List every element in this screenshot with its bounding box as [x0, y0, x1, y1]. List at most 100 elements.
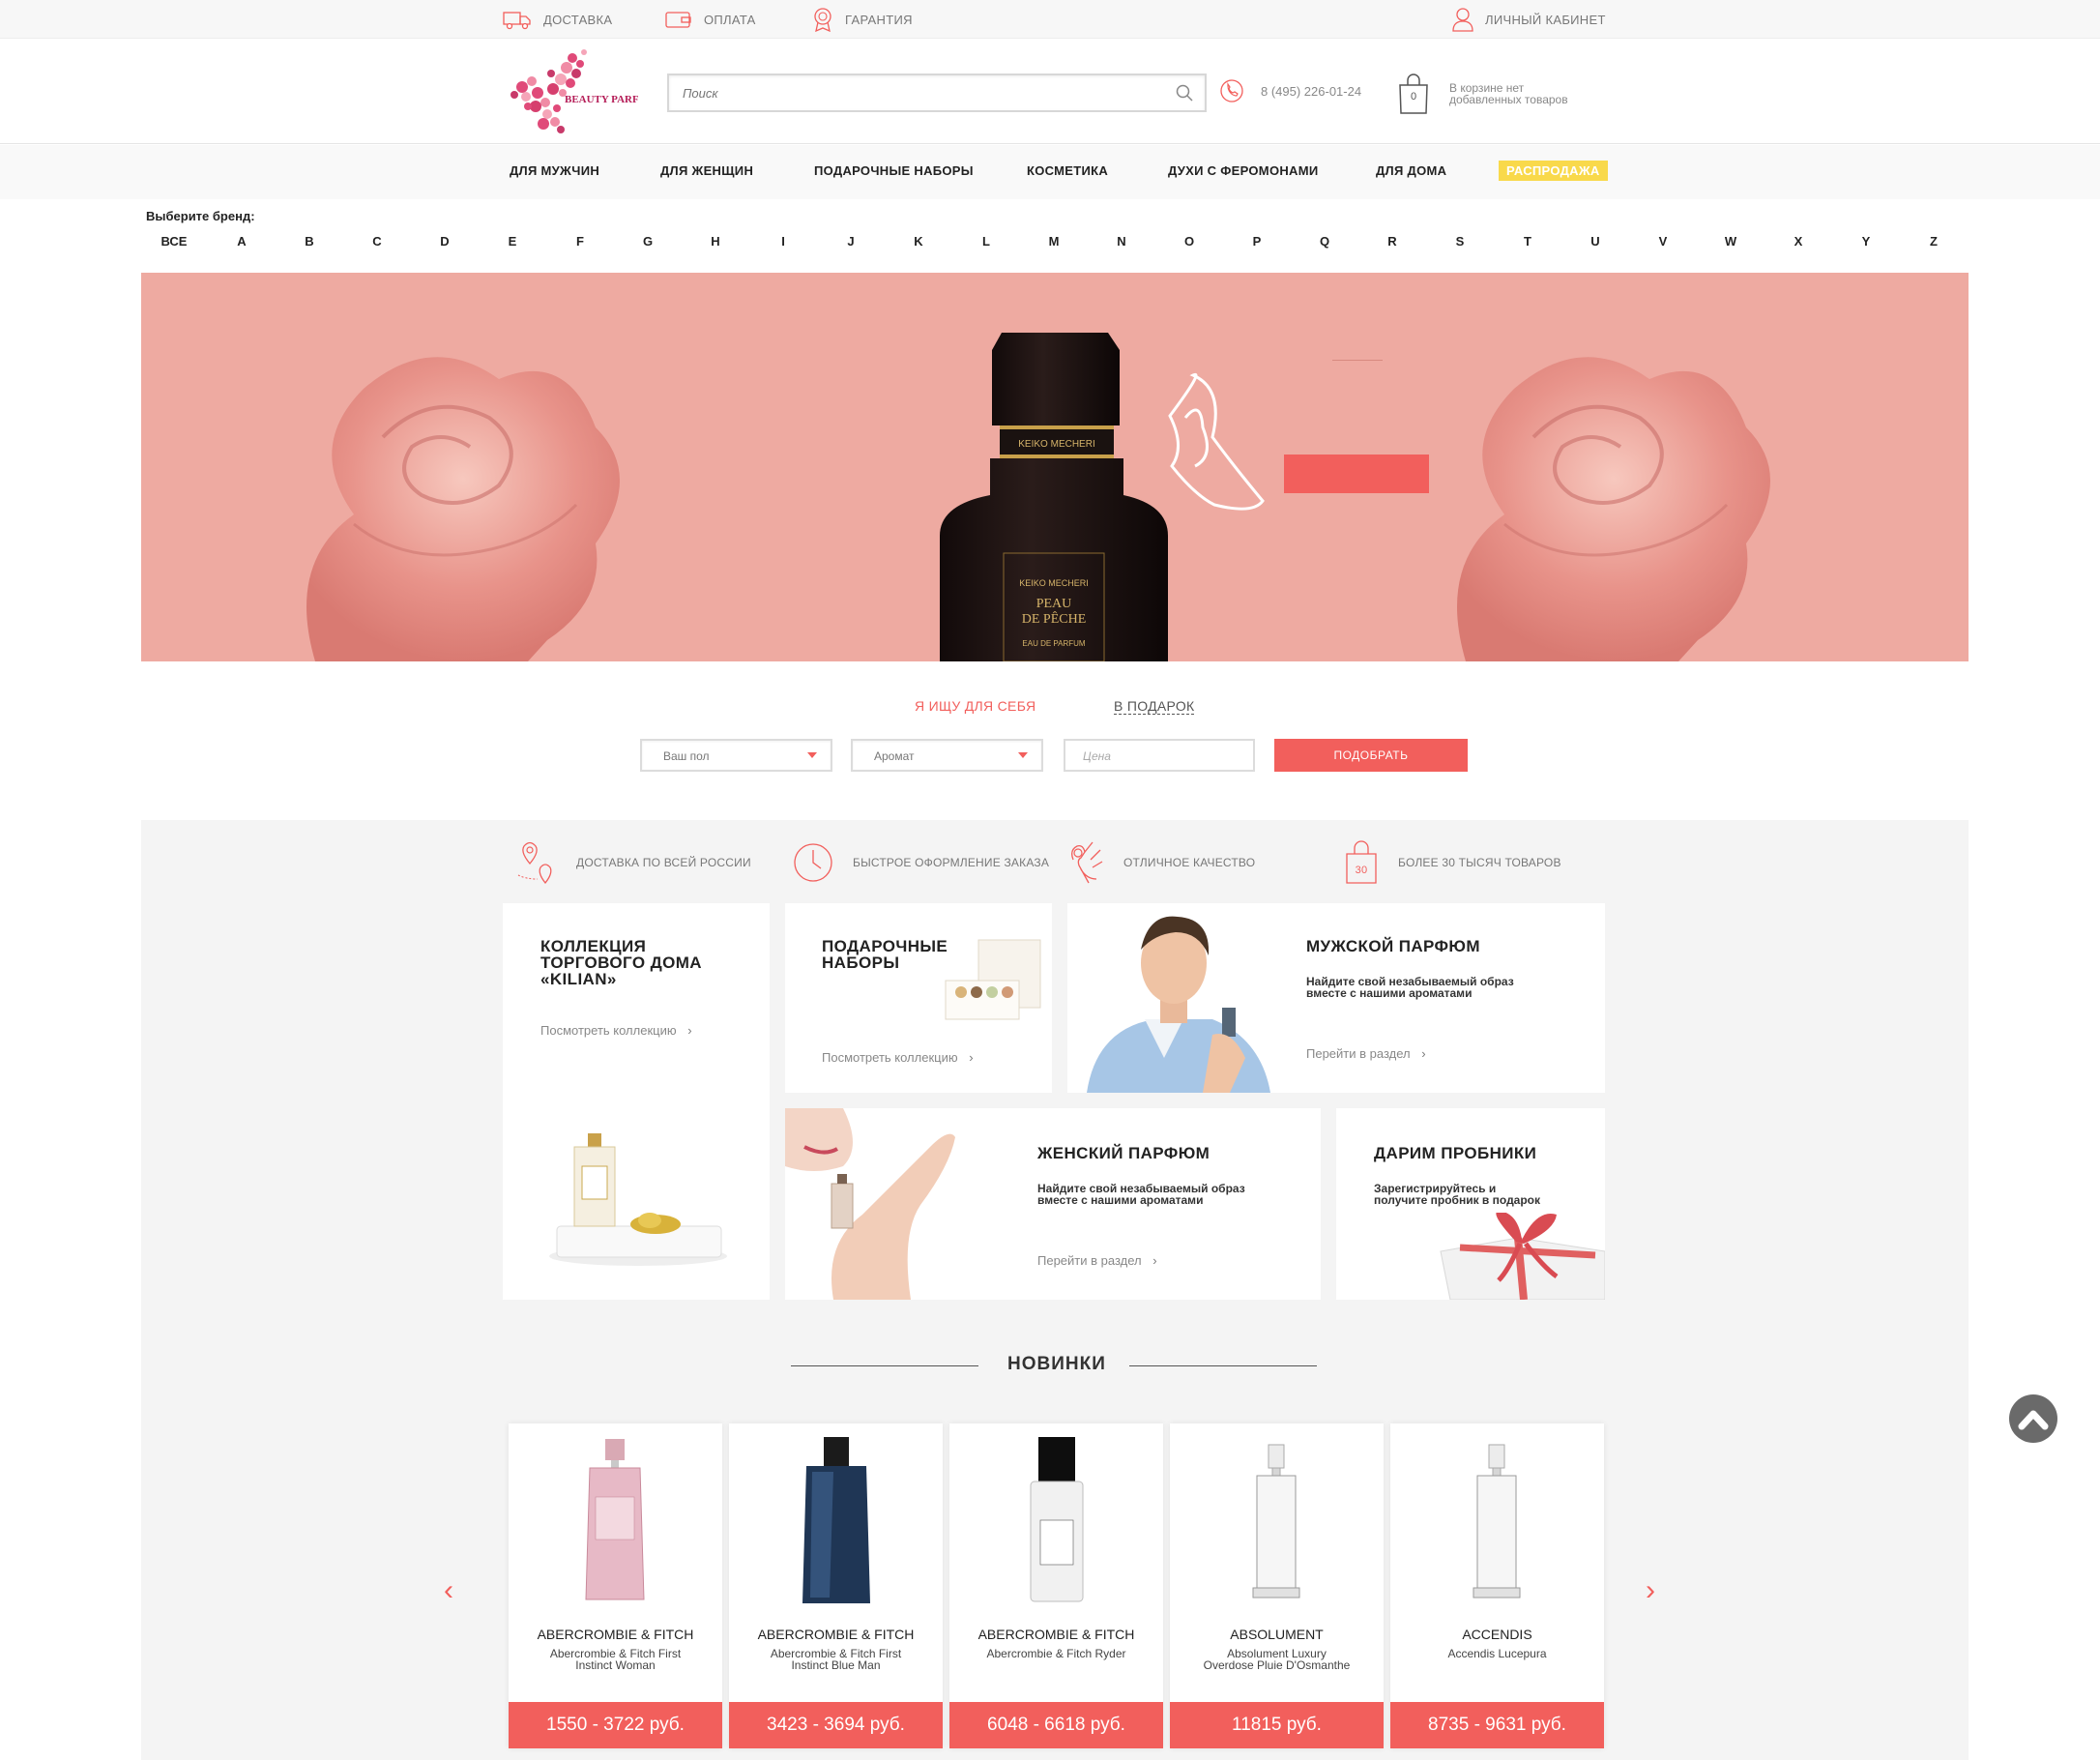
- card-kilian-collection[interactable]: КОЛЛЕКЦИЯ ТОРГОВОГО ДОМА «KILIAN» Посмот…: [503, 903, 770, 1300]
- wallet-icon: [665, 12, 691, 28]
- brand-letter-y[interactable]: Y: [1862, 234, 1871, 249]
- account-link[interactable]: ЛИЧНЫЙ КАБИНЕТ: [1452, 8, 1606, 32]
- nav-cosmetics[interactable]: КОСМЕТИКА: [1027, 163, 1108, 178]
- brand-letter-d[interactable]: D: [440, 234, 449, 249]
- brand-letter-o[interactable]: O: [1184, 234, 1194, 249]
- brand-letter-j[interactable]: J: [847, 234, 854, 249]
- nav-gift-sets[interactable]: ПОДАРОЧНЫЕ НАБОРЫ: [814, 163, 974, 178]
- brand-select-label: Выберите бренд:: [146, 209, 255, 223]
- card-gift-sets[interactable]: ПОДАРОЧНЫЕ НАБОРЫ Посмотреть коллекцию: [785, 903, 1052, 1093]
- product-brand: ABERCROMBIE & FITCH: [757, 1627, 915, 1642]
- product-price[interactable]: 6048 - 6618 руб.: [949, 1702, 1163, 1748]
- brand-letter-m[interactable]: M: [1049, 234, 1060, 249]
- brand-letter-f[interactable]: F: [576, 234, 584, 249]
- feature-quality: ОТЛИЧНОЕ КАЧЕСТВО: [1067, 839, 1255, 886]
- product-image: [1030, 1437, 1084, 1602]
- brand-letter-x[interactable]: X: [1794, 234, 1803, 249]
- price-input[interactable]: Цена: [1064, 739, 1255, 772]
- nav-women[interactable]: ДЛЯ ЖЕНЩИН: [660, 163, 753, 178]
- product-price[interactable]: 8735 - 9631 руб.: [1390, 1702, 1604, 1748]
- search-input[interactable]: [669, 75, 1152, 110]
- search-icon[interactable]: [1176, 84, 1193, 102]
- tab-for-myself[interactable]: Я ИЩУ ДЛЯ СЕБЯ: [915, 698, 1035, 714]
- product-brand: ABSOLUMENT: [1230, 1627, 1324, 1642]
- brand-letter-l[interactable]: L: [982, 234, 990, 249]
- payment-link[interactable]: ОПЛАТА: [665, 8, 756, 31]
- delivery-link[interactable]: ДОСТАВКА: [503, 8, 612, 31]
- aroma-select[interactable]: Аромат: [851, 739, 1043, 772]
- brand-letter-v[interactable]: V: [1659, 234, 1668, 249]
- women-section-link[interactable]: Перейти в раздел: [1037, 1253, 1157, 1268]
- card-mens-perfume[interactable]: МУЖСКОЙ ПАРФЮМ Найдите свой незабываемый…: [1067, 903, 1605, 1093]
- product-brand: ACCENDIS: [1462, 1627, 1532, 1642]
- rose-left: [306, 357, 620, 661]
- product-price[interactable]: 1550 - 3722 руб.: [509, 1702, 722, 1748]
- men-section-link[interactable]: Перейти в раздел: [1306, 1046, 1426, 1061]
- tab-as-gift[interactable]: В ПОДАРОК: [1114, 698, 1195, 715]
- nav-pheromones[interactable]: ДУХИ С ФЕРОМОНАМИ: [1168, 163, 1319, 178]
- brand-letters: ВСЕ A B C D E F G H I J K L M N O P Q R S T U V W X Y Z: [143, 234, 1970, 253]
- brand-letter-h[interactable]: H: [711, 234, 719, 249]
- nav-home[interactable]: ДЛЯ ДОМА: [1376, 163, 1446, 178]
- product-card[interactable]: ABSOLUMENT Absolument Luxury Overdose Plu…: [1170, 1423, 1384, 1748]
- nav-men[interactable]: ДЛЯ МУЖЧИН: [510, 163, 599, 178]
- brand-letter-r[interactable]: R: [1387, 234, 1396, 249]
- samples-title: ДАРИМ ПРОБНИКИ: [1374, 1144, 1537, 1162]
- brand-letter-u[interactable]: U: [1590, 234, 1599, 249]
- gender-select-value: Ваш пол: [663, 749, 710, 763]
- banner-button[interactable]: [1284, 455, 1429, 493]
- brand-letter-n[interactable]: N: [1117, 234, 1125, 249]
- bottle-label-brand: KEIKO MECHERI: [1019, 578, 1089, 588]
- pick-button[interactable]: ПОДОБРАТЬ: [1274, 739, 1468, 772]
- brand-letter-b[interactable]: B: [305, 234, 313, 249]
- bag-30-icon: 30: [1346, 840, 1377, 884]
- product-name-line2: Overdose Pluie D'Osmanthe: [1203, 1658, 1351, 1672]
- hero-banner[interactable]: KEIKO MECHERI KEIKO MECHERI PEAU DE PÊCH…: [141, 273, 1969, 661]
- card-womens-perfume[interactable]: ЖЕНСКИЙ ПАРФЮМ Найдите свой незабываемый…: [785, 1108, 1321, 1300]
- card-free-samples[interactable]: ДАРИМ ПРОБНИКИ Зарегистрируйтесь и получ…: [1336, 1108, 1605, 1300]
- gift-view-link[interactable]: Посмотреть коллекцию: [822, 1050, 974, 1065]
- phone-number[interactable]: 8 (495) 226-01-24: [1261, 84, 1361, 99]
- site-logo[interactable]: BEAUTY PARFUMS: [503, 44, 662, 137]
- brand-letter-s[interactable]: S: [1456, 234, 1465, 249]
- brand-letter-t[interactable]: T: [1524, 234, 1531, 249]
- chevron-right-icon[interactable]: ›: [1646, 1574, 1655, 1607]
- map-pin-icon: [517, 841, 552, 885]
- bottle-label-name2: DE PÊCHE: [1022, 610, 1087, 627]
- brand-letter-w[interactable]: W: [1725, 234, 1736, 249]
- user-icon: [1452, 8, 1473, 32]
- scroll-top-button[interactable]: [2009, 1394, 2057, 1443]
- brand-letter-k[interactable]: K: [914, 234, 922, 249]
- kilian-view-link[interactable]: Посмотреть коллекцию: [540, 1023, 692, 1038]
- account-label: ЛИЧНЫЙ КАБИНЕТ: [1485, 12, 1606, 27]
- samples-desc-line2: получите пробник в подарок: [1374, 1193, 1541, 1207]
- product-card[interactable]: ABERCROMBIE & FITCH Abercrombie & Fitch …: [509, 1423, 722, 1748]
- feature-delivery-label: ДОСТАВКА ПО ВСЕЙ РОССИИ: [576, 856, 751, 869]
- product-price[interactable]: 11815 руб.: [1170, 1702, 1384, 1748]
- product-card[interactable]: ABERCROMBIE & FITCH Abercrombie & Fitch …: [729, 1423, 943, 1748]
- brand-letter-all[interactable]: ВСЕ: [161, 234, 188, 249]
- brand-letter-p[interactable]: P: [1253, 234, 1262, 249]
- feature-quality-label: ОТЛИЧНОЕ КАЧЕСТВО: [1123, 856, 1256, 869]
- nav-sale[interactable]: РАСПРОДАЖА: [1499, 161, 1608, 181]
- brand-letter-z[interactable]: Z: [1930, 234, 1938, 249]
- brand-letter-q[interactable]: Q: [1320, 234, 1329, 249]
- product-price[interactable]: 3423 - 3694 руб.: [729, 1702, 943, 1748]
- scroll-top-icon: [2018, 1410, 2049, 1430]
- guarantee-link[interactable]: ГАРАНТИЯ: [812, 8, 913, 32]
- brand-letter-g[interactable]: G: [643, 234, 653, 249]
- butterfly-decoration: [1168, 372, 1265, 511]
- aroma-select-value: Аромат: [874, 749, 915, 763]
- product-card[interactable]: ACCENDIS Accendis Lucepura 8735 - 9631 р…: [1390, 1423, 1604, 1748]
- brand-letter-e[interactable]: E: [509, 234, 517, 249]
- product-card[interactable]: ABERCROMBIE & FITCH Abercrombie & Fitch …: [949, 1423, 1163, 1748]
- cart-widget[interactable]: 0 В корзине нет добавленных товаров: [1397, 73, 1585, 114]
- brand-letter-i[interactable]: I: [781, 234, 785, 249]
- gender-select[interactable]: Ваш пол: [640, 739, 832, 772]
- phone-icon: [1220, 79, 1243, 103]
- feature-fast-order-label: БЫСТРОЕ ОФОРМЛЕНИЕ ЗАКАЗА: [853, 856, 1050, 869]
- women-desc-line2: вместе с нашими ароматами: [1037, 1193, 1204, 1207]
- chevron-left-icon[interactable]: ‹: [444, 1574, 453, 1607]
- brand-letter-a[interactable]: A: [237, 234, 246, 249]
- brand-letter-c[interactable]: C: [372, 234, 381, 249]
